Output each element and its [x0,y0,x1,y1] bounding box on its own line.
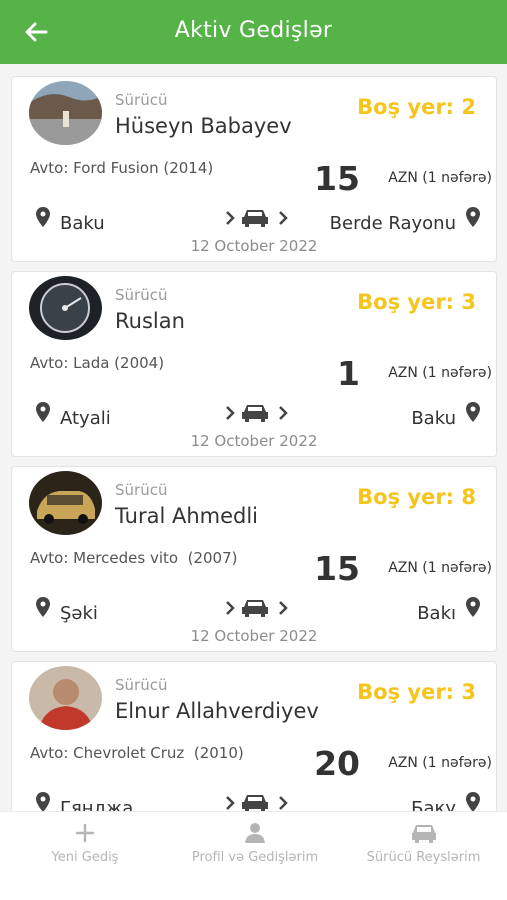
driver-avatar [29,666,102,730]
tab-label: Sürücü Reyslərim [366,850,481,865]
driver-name: Elnur Allahverdiyev [115,699,319,723]
tab-label: Yeni Gediş [51,850,119,865]
location-pin-icon [36,207,50,227]
currency-label: AZN (1 nəfərə) [388,755,492,771]
trip-card[interactable]: Sürücü Hüseyn Babayev Boş yer: 2 Avto: F… [11,76,497,262]
app-header: Aktiv Gedişlər [0,0,507,64]
free-seats: Boş yer: 8 [357,485,476,509]
location-pin-icon [36,402,50,422]
price: 15 [314,549,360,588]
trip-date: 12 October 2022 [190,627,318,645]
price: 15 [314,159,360,198]
location-pin-icon [466,207,480,227]
driver-avatar [29,471,102,535]
location-pin-icon [466,792,480,811]
driver-label: Sürücü [115,676,168,694]
tab-label: Profil və Gedişlərim [191,850,319,865]
car-icon [411,825,436,843]
driver-avatar [29,81,102,145]
origin-city: Baku [60,213,105,234]
origin-city: Şəki [60,603,98,624]
destination-city: Baku [411,408,456,429]
trip-card[interactable]: Sürücü Elnur Allahverdiyev Boş yer: 3 Av… [11,661,497,811]
currency-label: AZN (1 nəfərə) [388,170,492,186]
price: 1 [337,354,360,393]
tab-new-trip[interactable]: Yeni Gediş [0,812,170,872]
driver-label: Sürücü [115,286,168,304]
driver-label: Sürücü [115,481,168,499]
car-model: Avto: Mercedes vito (2007) [30,549,238,567]
driver-label: Sürücü [115,91,168,109]
plus-icon [75,823,95,843]
trip-list[interactable]: Sürücü Hüseyn Babayev Boş yer: 2 Avto: F… [0,64,507,811]
driver-name: Hüseyn Babayev [115,114,292,138]
currency-label: AZN (1 nəfərə) [388,365,492,381]
trip-date: 12 October 2022 [190,432,318,450]
driver-name: Ruslan [115,309,185,333]
free-seats: Boş yer: 2 [357,95,476,119]
trip-card[interactable]: Sürücü Ruslan Boş yer: 3 Avto: Lada (200… [11,271,497,457]
tab-driver-trips[interactable]: Sürücü Reyslərim [340,812,507,872]
route-car-icon [226,210,288,227]
destination-city: Bakı [417,603,456,624]
car-model: Avto: Lada (2004) [30,354,165,372]
trip-date: 12 October 2022 [190,237,318,255]
location-pin-icon [466,597,480,617]
origin-city: Atyali [60,408,111,429]
car-model: Avto: Ford Fusion (2014) [30,159,214,177]
bottom-tab-bar: Yeni Gediş Profil və Gedişlərim Sürücü R… [0,811,507,900]
driver-avatar [29,276,102,340]
currency-label: AZN (1 nəfərə) [388,560,492,576]
location-pin-icon [36,597,50,617]
tab-profile[interactable]: Profil və Gedişlərim [170,812,340,872]
location-pin-icon [36,792,50,811]
free-seats: Boş yer: 3 [357,290,476,314]
destination-city: Berde Rayonu [329,213,456,234]
destination-city: Баку [411,798,456,811]
car-model: Avto: Chevrolet Cruz (2010) [30,744,244,762]
route-car-icon [226,795,288,811]
origin-city: Гянджа [60,798,134,811]
driver-name: Tural Ahmedli [115,504,259,528]
user-icon [245,823,265,843]
route-car-icon [226,600,288,617]
route-car-icon [226,405,288,422]
price: 20 [314,744,360,783]
trip-card[interactable]: Sürücü Tural Ahmedli Boş yer: 8 Avto: Me… [11,466,497,652]
location-pin-icon [466,402,480,422]
free-seats: Boş yer: 3 [357,680,476,704]
page-title: Aktiv Gedişlər [174,18,333,43]
